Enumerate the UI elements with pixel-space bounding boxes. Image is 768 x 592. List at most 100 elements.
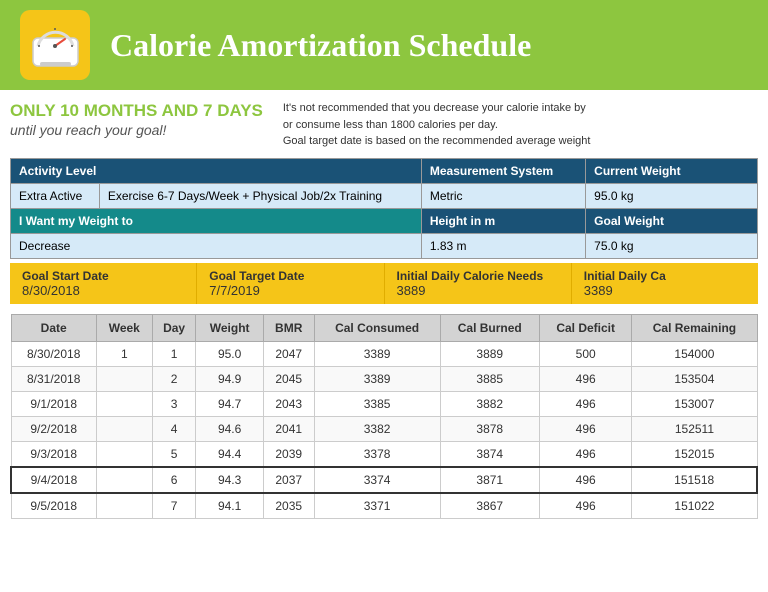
goal-start-label: Goal Start Date [22, 269, 184, 283]
table-cell: 94.6 [196, 416, 263, 441]
activity-level-th: Activity Level [11, 158, 422, 183]
table-cell: 6 [152, 467, 196, 493]
table-cell: 3889 [440, 341, 539, 366]
bmr-header: BMR [263, 314, 314, 341]
table-cell: 2 [152, 366, 196, 391]
measurement-system-th: Measurement System [421, 158, 585, 183]
table-cell: 3378 [314, 441, 440, 467]
cal-burned-header: Cal Burned [440, 314, 539, 341]
info-tables-container: Activity Level Measurement System Curren… [0, 158, 768, 263]
table-cell: 153504 [632, 366, 757, 391]
cal-remaining-header: Cal Remaining [632, 314, 757, 341]
table-cell: 94.9 [196, 366, 263, 391]
goal-start-value: 8/30/2018 [22, 283, 184, 298]
page-title: Calorie Amortization Schedule [110, 27, 531, 64]
table-cell [96, 391, 152, 416]
table-cell: 9/2/2018 [11, 416, 96, 441]
table-cell: 2039 [263, 441, 314, 467]
table-cell: 151022 [632, 493, 757, 519]
week-header: Week [96, 314, 152, 341]
table-cell: 3882 [440, 391, 539, 416]
table-cell: 2047 [263, 341, 314, 366]
table-cell: 3 [152, 391, 196, 416]
table-cell: 2037 [263, 467, 314, 493]
table-row: 9/3/2018594.4203933783874496152015 [11, 441, 757, 467]
notice-line3: Goal target date is based on the recomme… [283, 133, 758, 150]
goal-target-cell: Goal Target Date 7/7/2019 [197, 263, 384, 304]
table-cell: 3385 [314, 391, 440, 416]
initial-cal-cell: Initial Daily Ca 3389 [572, 263, 758, 304]
table-cell [96, 416, 152, 441]
table-cell: 496 [539, 467, 631, 493]
daily-cal-cell: Initial Daily Calorie Needs 3889 [385, 263, 572, 304]
table-cell [96, 441, 152, 467]
daily-cal-label: Initial Daily Calorie Needs [397, 269, 559, 283]
table-cell: 94.4 [196, 441, 263, 467]
notice-line1: It's not recommended that you decrease y… [283, 100, 758, 117]
page-header: Calorie Amortization Schedule [0, 0, 768, 90]
table-cell: 95.0 [196, 341, 263, 366]
table-cell: 9/3/2018 [11, 441, 96, 467]
table-cell: 3874 [440, 441, 539, 467]
weight-header: Weight [196, 314, 263, 341]
table-cell: 94.1 [196, 493, 263, 519]
cal-consumed-header: Cal Consumed [314, 314, 440, 341]
table-row: 9/5/2018794.1203533713867496151022 [11, 493, 757, 519]
data-table-section: Date Week Day Weight BMR Cal Consumed Ca… [0, 308, 768, 519]
initial-cal-label: Initial Daily Ca [584, 269, 746, 283]
table-cell: 3374 [314, 467, 440, 493]
table-cell [96, 366, 152, 391]
table-cell: 9/4/2018 [11, 467, 96, 493]
table-cell: 3389 [314, 366, 440, 391]
table-cell: 2043 [263, 391, 314, 416]
table-cell: 3871 [440, 467, 539, 493]
goal-bar: Goal Start Date 8/30/2018 Goal Target Da… [10, 263, 758, 304]
table-cell: 496 [539, 366, 631, 391]
table-cell: 152015 [632, 441, 757, 467]
weight-direction-th: I Want my Weight to [11, 208, 422, 233]
measurement-td: Metric [421, 183, 585, 208]
table-cell: 496 [539, 493, 631, 519]
table-row: 9/4/2018 694.3203733743871496151518 [11, 467, 757, 493]
table-cell: 152511 [632, 416, 757, 441]
table-row: 8/31/2018 294.9204533893885496153504 [11, 366, 757, 391]
table-cell [96, 467, 152, 493]
table-cell: 1 [152, 341, 196, 366]
goal-start-cell: Goal Start Date 8/30/2018 [10, 263, 197, 304]
table-cell: 3382 [314, 416, 440, 441]
goal-weight-th: Goal Weight [586, 208, 758, 233]
table-cell: 9/5/2018 [11, 493, 96, 519]
weight-direction-td: Decrease [11, 233, 422, 258]
goal-target-value: 7/7/2019 [209, 283, 371, 298]
goal-target-label: Goal Target Date [209, 269, 371, 283]
table-cell: 1 [96, 341, 152, 366]
table-row: 9/1/2018394.7204333853882496153007 [11, 391, 757, 416]
logo-icon [20, 10, 90, 80]
table-cell: 153007 [632, 391, 757, 416]
date-header: Date [11, 314, 96, 341]
table-cell: 3389 [314, 341, 440, 366]
table-cell: 94.3 [196, 467, 263, 493]
height-m-th: Height in m [421, 208, 585, 233]
activity-level-td: Extra Active [11, 183, 100, 208]
countdown-section: ONLY 10 MONTHS AND 7 DAYS until you reac… [10, 100, 263, 150]
activity-desc-td: Exercise 6-7 Days/Week + Physical Job/2x… [99, 183, 421, 208]
day-header: Day [152, 314, 196, 341]
schedule-table: Date Week Day Weight BMR Cal Consumed Ca… [10, 314, 758, 519]
table-cell: 2045 [263, 366, 314, 391]
countdown-sub: until you reach your goal! [10, 122, 263, 138]
table-cell: 8/31/2018 [11, 366, 96, 391]
table-cell: 7 [152, 493, 196, 519]
table-cell: 2035 [263, 493, 314, 519]
countdown-big: ONLY 10 MONTHS AND 7 DAYS [10, 100, 263, 122]
table-cell: 3885 [440, 366, 539, 391]
initial-cal-value: 3389 [584, 283, 746, 298]
table-cell: 500 [539, 341, 631, 366]
table-cell: 2041 [263, 416, 314, 441]
table-row: 9/2/2018494.6204133823878496152511 [11, 416, 757, 441]
table-cell: 94.7 [196, 391, 263, 416]
table-row: 8/30/20181195.0204733893889500154000 [11, 341, 757, 366]
table-cell: 151518 [632, 467, 757, 493]
table-cell: 154000 [632, 341, 757, 366]
main-info-table: Activity Level Measurement System Curren… [10, 158, 758, 259]
